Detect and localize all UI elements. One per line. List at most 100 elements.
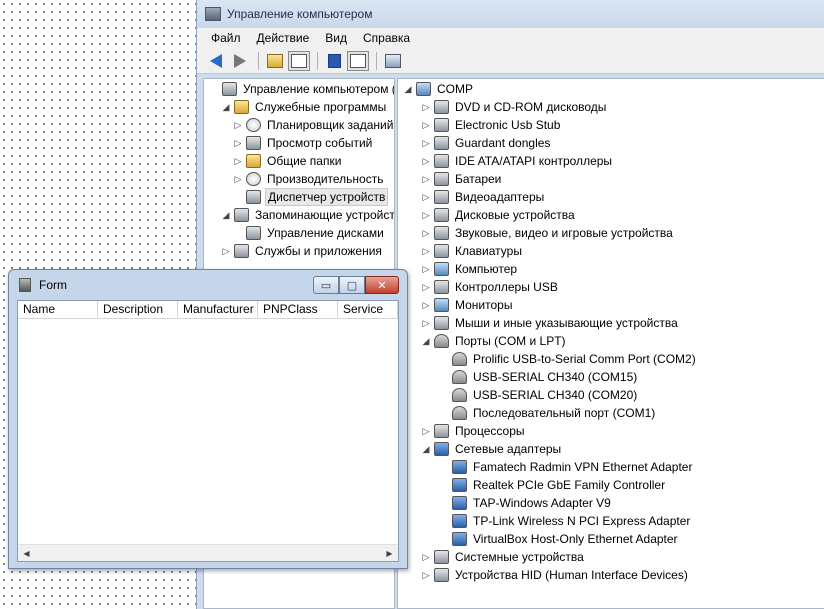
expand-arrow-icon[interactable]: ▷	[420, 174, 432, 185]
expand-arrow-icon[interactable]: ▷	[232, 120, 244, 131]
forward-button[interactable]	[229, 51, 251, 71]
device-tree-item[interactable]: Realtek PCIe GbE Family Controller	[438, 476, 667, 494]
device-tree-item[interactable]: Prolific USB-to-Serial Comm Port (COM2)	[438, 350, 698, 368]
console-tree-item[interactable]: ▷ Общие папки	[232, 152, 343, 170]
expand-arrow-icon[interactable]: ▷	[420, 318, 432, 329]
column-header-description[interactable]: Description	[98, 301, 178, 319]
expand-arrow-icon[interactable]: ▷	[232, 138, 244, 149]
properties-icon	[350, 53, 366, 68]
device-tree-item-label: Мониторы	[455, 298, 513, 312]
expand-arrow-icon[interactable]: ▷	[420, 156, 432, 167]
collapse-arrow-icon[interactable]: ◢	[220, 102, 232, 113]
device-tree-item[interactable]: ▷ DVD и CD-ROM дисководы	[420, 98, 608, 116]
expand-arrow-icon[interactable]: ▷	[420, 264, 432, 275]
device-tree-item[interactable]: ▷ Батареи	[420, 170, 503, 188]
expand-arrow-icon[interactable]: ▷	[420, 102, 432, 113]
back-arrow-icon	[210, 53, 222, 68]
menu-help[interactable]: Справка	[355, 31, 418, 45]
form-titlebar[interactable]: Form ▭ ▢ ✕	[9, 270, 407, 300]
expand-arrow-icon[interactable]: ▷	[420, 552, 432, 563]
device-tree-item[interactable]: ▷ Electronic Usb Stub	[420, 116, 562, 134]
expand-arrow-icon[interactable]: ▷	[420, 426, 432, 437]
expand-arrow-icon[interactable]: ▷	[420, 300, 432, 311]
device-tree-item[interactable]: ▷ Компьютер	[420, 260, 519, 278]
console-tree-item[interactable]: Управление дисками	[232, 224, 386, 242]
device-tree-item[interactable]: ▷ IDE ATA/ATAPI контроллеры	[420, 152, 614, 170]
expand-arrow-icon[interactable]: ▷	[420, 570, 432, 581]
menu-action[interactable]: Действие	[249, 31, 318, 45]
device-tree-item[interactable]: ▷ Клавиатуры	[420, 242, 524, 260]
device-tree-item[interactable]: ▷ Видеоадаптеры	[420, 188, 546, 206]
device-tree-item[interactable]: ▷ Дисковые устройства	[420, 206, 577, 224]
expand-arrow-icon[interactable]: ▷	[420, 120, 432, 131]
horizontal-scrollbar[interactable]: ◀ ▶	[18, 544, 398, 561]
device-tree-item[interactable]: TAP-Windows Adapter V9	[438, 494, 613, 512]
column-header-service[interactable]: Service	[338, 301, 398, 319]
device-tree-item[interactable]: ◢ Порты (COM и LPT)	[420, 332, 568, 350]
device-tree-item[interactable]: USB-SERIAL CH340 (COM20)	[438, 386, 639, 404]
device-tree-item[interactable]: ▷ Мыши и иные указывающие устройства	[420, 314, 680, 332]
device-tree-item[interactable]: ▷ Устройства HID (Human Interface Devices…	[420, 566, 690, 584]
back-button[interactable]	[205, 51, 227, 71]
processor-icon	[434, 424, 449, 438]
scroll-left-icon[interactable]: ◀	[18, 545, 35, 562]
network-adapter-icon	[452, 532, 467, 546]
console-tree-item[interactable]: Управление компьютером (л	[208, 80, 394, 98]
column-header-pnpclass[interactable]: PNPClass	[258, 301, 338, 319]
console-tree-item[interactable]: ▷ Просмотр событий	[232, 134, 374, 152]
column-header-name[interactable]: Name	[18, 301, 98, 319]
device-tree-item[interactable]: ▷ Системные устройства	[420, 548, 586, 566]
collapse-arrow-icon[interactable]: ◢	[402, 84, 414, 95]
console-tree-item[interactable]: ▷ Планировщик заданий	[232, 116, 394, 134]
hid-icon	[434, 568, 449, 582]
device-tree-item[interactable]: ▷ Мониторы	[420, 296, 514, 314]
collapse-arrow-icon[interactable]: ◢	[420, 336, 432, 347]
console-tree-item[interactable]: ◢ Служебные программы	[220, 98, 388, 116]
show-hide-tree-button[interactable]	[288, 50, 310, 71]
column-header-manufacturer[interactable]: Manufacturer	[178, 301, 258, 319]
expand-arrow-icon[interactable]: ▷	[420, 192, 432, 203]
close-button[interactable]: ✕	[365, 276, 399, 294]
properties-button[interactable]	[347, 50, 369, 71]
expand-arrow-icon[interactable]: ▷	[420, 228, 432, 239]
console-tree-item[interactable]: Диспетчер устройств	[232, 188, 389, 206]
device-tree-item[interactable]: ◢ COMP	[402, 80, 475, 98]
expand-arrow-icon[interactable]: ▷	[220, 246, 232, 257]
device-tree-item[interactable]: ▷ Guardant dongles	[420, 134, 552, 152]
device-tree-item[interactable]: ▷ Звуковые, видео и игровые устройства	[420, 224, 675, 242]
up-folder-icon	[267, 53, 283, 68]
device-tree-item-label: Видеоадаптеры	[455, 190, 545, 204]
expand-arrow-icon[interactable]: ▷	[420, 138, 432, 149]
expand-arrow-icon[interactable]: ▷	[232, 156, 244, 167]
expand-arrow-icon[interactable]: ▷	[420, 210, 432, 221]
expand-arrow-icon[interactable]: ▷	[232, 174, 244, 185]
device-tree-item-label: Батареи	[455, 172, 502, 186]
menu-file[interactable]: Файл	[203, 31, 249, 45]
device-tree-item[interactable]: Последовательный порт (COM1)	[438, 404, 657, 422]
scroll-right-icon[interactable]: ▶	[381, 545, 398, 562]
expand-arrow-icon[interactable]: ▷	[420, 246, 432, 257]
device-tree-item[interactable]: VirtualBox Host-Only Ethernet Adapter	[438, 530, 680, 548]
up-level-button[interactable]	[264, 51, 286, 71]
device-list-view[interactable]: Name Description Manufacturer PNPClass S…	[17, 300, 399, 562]
device-tree-item[interactable]: TP-Link Wireless N PCI Express Adapter	[438, 512, 692, 530]
device-tree-item[interactable]: ◢ Сетевые адаптеры	[420, 440, 563, 458]
console-tree-item[interactable]: ▷ Производительность	[232, 170, 385, 188]
device-tree-item[interactable]: USB-SERIAL CH340 (COM15)	[438, 368, 639, 386]
device-tree-item-label: Порты (COM и LPT)	[455, 334, 566, 348]
device-tree-item-label: Звуковые, видео и игровые устройства	[455, 226, 673, 240]
collapse-arrow-icon[interactable]: ◢	[420, 444, 432, 455]
device-tree-item[interactable]: Famatech Radmin VPN Ethernet Adapter	[438, 458, 694, 476]
device-tree-item[interactable]: ▷ Процессоры	[420, 422, 527, 440]
console-tree-item[interactable]: ▷ Службы и приложения	[220, 242, 384, 260]
minimize-button[interactable]: ▭	[313, 276, 339, 294]
maximize-button[interactable]: ▢	[339, 276, 365, 294]
expand-arrow-icon[interactable]: ▷	[420, 282, 432, 293]
console-tree-item[interactable]: ◢ Запоминающие устройст	[220, 206, 394, 224]
form-title: Form	[39, 278, 67, 292]
help-button[interactable]	[323, 51, 345, 71]
device-tree-item[interactable]: ▷ Контроллеры USB	[420, 278, 560, 296]
collapse-arrow-icon[interactable]: ◢	[220, 210, 232, 221]
menu-view[interactable]: Вид	[317, 31, 355, 45]
scan-hardware-button[interactable]	[382, 51, 404, 71]
